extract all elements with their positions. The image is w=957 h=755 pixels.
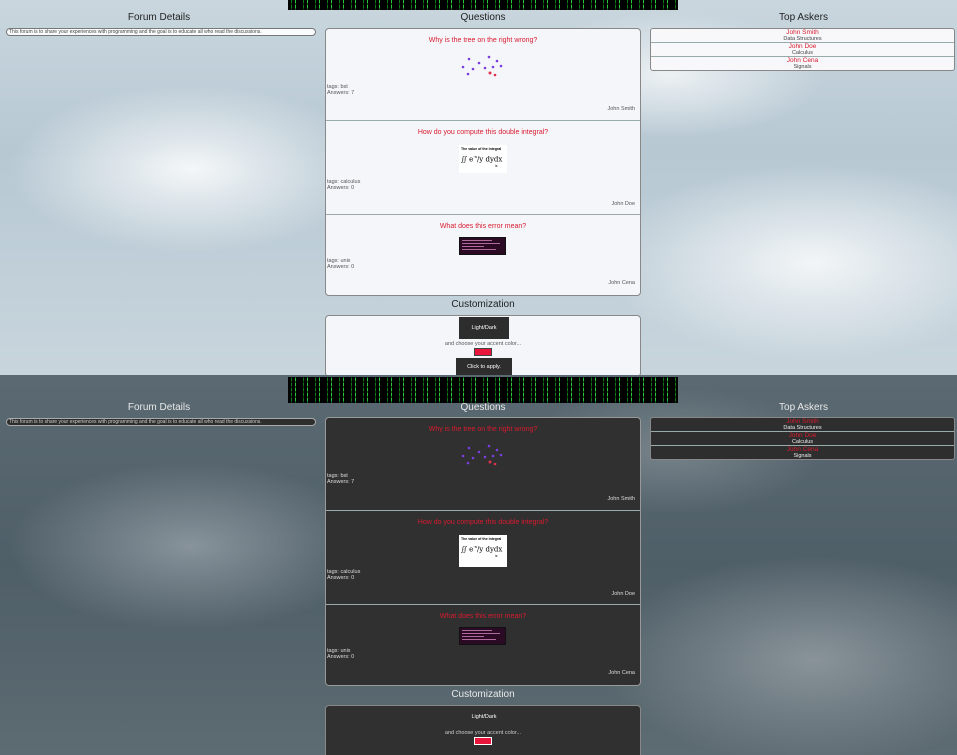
asker-item[interactable]: John Cena Signals xyxy=(651,446,954,459)
forum-description: This forum is to share your experiences … xyxy=(6,418,316,426)
asker-topic: Data Structures xyxy=(783,36,822,42)
asker-item[interactable]: John Smith Data Structures xyxy=(651,418,954,432)
question-title[interactable]: How do you compute this double integral? xyxy=(326,519,640,526)
question-author[interactable]: John Doe xyxy=(611,591,635,597)
matrix-banner xyxy=(288,0,678,10)
terminal-screenshot-image xyxy=(459,237,506,255)
asker-topic: Calculus xyxy=(791,50,814,56)
question-card[interactable]: How do you compute this double integral?… xyxy=(326,511,640,605)
asker-name[interactable]: John Cena xyxy=(651,446,954,453)
integral-image: The value of the integral ∬ e-x/y dydx i… xyxy=(459,535,507,567)
top-askers-list: John Smith Data Structures John Doe Calc… xyxy=(650,28,955,71)
question-author[interactable]: John Smith xyxy=(607,496,635,502)
asker-item[interactable]: John Smith Data Structures xyxy=(651,29,954,43)
questions-list: Why is the tree on the right wrong? tags… xyxy=(325,417,641,686)
integral-is-text: is xyxy=(495,554,498,558)
question-card[interactable]: Why is the tree on the right wrong? tags… xyxy=(326,418,640,511)
integral-math: ∬ e-x/y dydx xyxy=(461,544,503,554)
asker-name[interactable]: John Cena xyxy=(651,57,954,64)
questions-list: Why is the tree on the right wrong? tags… xyxy=(325,28,641,296)
question-title[interactable]: What does this error mean? xyxy=(326,223,640,230)
top-askers-title: Top Askers xyxy=(779,402,828,413)
question-answers: Answers: 0 xyxy=(327,575,355,581)
question-card[interactable]: What does this error mean? tags: unix An… xyxy=(326,215,640,295)
forum-description: This forum is to share your experiences … xyxy=(6,28,316,36)
light-dark-toggle-button[interactable]: Light/Dark xyxy=(459,708,509,726)
question-author[interactable]: John Doe xyxy=(611,201,635,207)
asker-topic: Calculus xyxy=(791,439,814,445)
terminal-screenshot-image xyxy=(459,627,506,645)
top-askers-title: Top Askers xyxy=(779,12,828,23)
accent-color-picker[interactable] xyxy=(474,348,492,356)
question-answers: Answers: 7 xyxy=(327,90,355,96)
questions-title: Questions xyxy=(460,12,506,23)
asker-topic: Data Structures xyxy=(783,425,822,431)
asker-item[interactable]: John Cena Signals xyxy=(651,57,954,70)
forum-details-title: Forum Details xyxy=(127,12,191,23)
dark-theme-screenshot: Forum Details This forum is to share you… xyxy=(0,375,957,755)
asker-name[interactable]: John Doe xyxy=(651,43,954,50)
customization-title: Customization xyxy=(451,299,515,310)
question-title[interactable]: Why is the tree on the right wrong? xyxy=(326,37,640,44)
question-title[interactable]: How do you compute this double integral? xyxy=(326,129,640,136)
integral-image: The value of the integral ∬ e-x/y dydx i… xyxy=(459,145,507,173)
customization-panel: Light/Dark and choose your accent color.… xyxy=(325,705,641,755)
accent-color-label: and choose your accent color... xyxy=(444,730,522,736)
customization-title: Customization xyxy=(451,689,515,700)
light-dark-toggle-button[interactable]: Light/Dark xyxy=(459,317,509,339)
integral-caption: The value of the integral xyxy=(461,147,502,151)
asker-name[interactable]: John Doe xyxy=(651,432,954,439)
question-author[interactable]: John Smith xyxy=(607,106,635,112)
question-card[interactable]: How do you compute this double integral?… xyxy=(326,121,640,215)
tree-diagram-image xyxy=(461,444,503,466)
asker-topic: Signals xyxy=(793,64,812,70)
accent-color-label: and choose your accent color... xyxy=(444,341,522,347)
matrix-banner xyxy=(288,377,678,403)
accent-color-picker[interactable] xyxy=(474,737,492,745)
asker-topic: Signals xyxy=(793,453,812,459)
integral-is-text: is xyxy=(495,164,498,168)
apply-button[interactable]: Click to apply. xyxy=(456,358,512,375)
light-theme-screenshot: Forum Details This forum is to share you… xyxy=(0,0,957,375)
forum-details-title: Forum Details xyxy=(127,402,191,413)
question-card[interactable]: What does this error mean? tags: unix An… xyxy=(326,605,640,685)
top-askers-list: John Smith Data Structures John Doe Calc… xyxy=(650,417,955,460)
tree-diagram-image xyxy=(461,55,503,77)
question-card[interactable]: Why is the tree on the right wrong? tags… xyxy=(326,29,640,121)
customization-panel: Light/Dark and choose your accent color.… xyxy=(325,315,641,375)
question-author[interactable]: John Cena xyxy=(608,280,635,286)
question-title[interactable]: Why is the tree on the right wrong? xyxy=(326,426,640,433)
question-answers: Answers: 7 xyxy=(327,479,355,485)
integral-math: ∬ e-x/y dydx xyxy=(461,154,503,164)
question-answers: Answers: 0 xyxy=(327,185,355,191)
questions-title: Questions xyxy=(460,402,506,413)
question-answers: Answers: 0 xyxy=(327,264,355,270)
asker-item[interactable]: John Doe Calculus xyxy=(651,432,954,446)
asker-name[interactable]: John Smith xyxy=(651,29,954,36)
question-answers: Answers: 0 xyxy=(327,654,355,660)
asker-item[interactable]: John Doe Calculus xyxy=(651,43,954,57)
integral-caption: The value of the integral xyxy=(461,537,502,541)
asker-name[interactable]: John Smith xyxy=(651,418,954,425)
question-title[interactable]: What does this error mean? xyxy=(326,613,640,620)
question-author[interactable]: John Cena xyxy=(608,670,635,676)
